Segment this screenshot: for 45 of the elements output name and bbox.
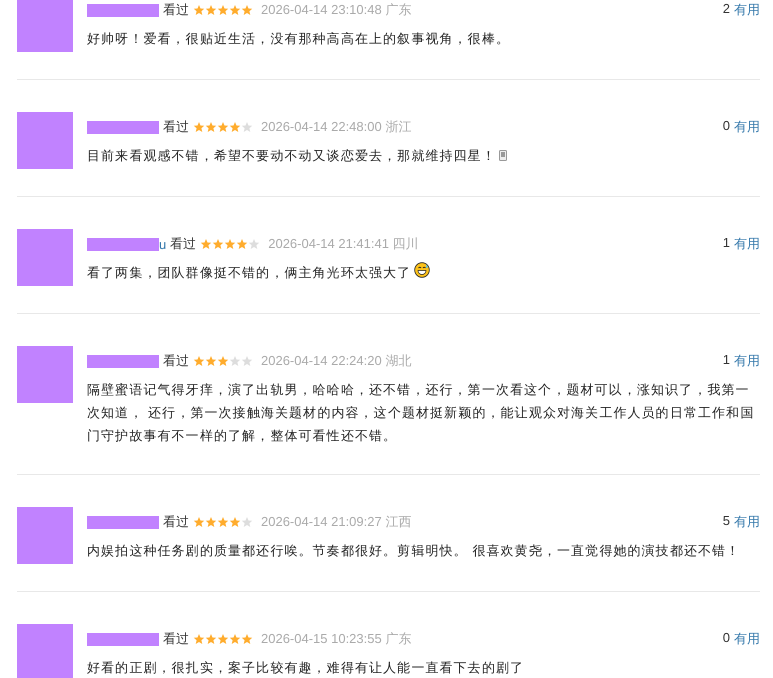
redacted-avatar [17, 507, 73, 564]
redacted-avatar [17, 229, 73, 286]
useful-count: 0 [722, 118, 730, 135]
review-time: 2026-04-14 21:41:41 四川 [268, 235, 419, 253]
review-text: 好看的正剧，很扎实，案子比较有趣，难得有让人能一直看下去的剧了 [87, 660, 524, 675]
review-time: 2026-04-14 22:24:20 湖北 [261, 352, 412, 370]
watch-status: 看过 [163, 513, 189, 531]
watch-status: 看过 [163, 352, 189, 370]
watch-status: 看过 [163, 1, 189, 19]
redacted-avatar [17, 112, 73, 169]
redacted-name [87, 238, 159, 250]
review-time: 2026-04-14 21:09:27 江西 [261, 513, 412, 531]
redacted-avatar [17, 346, 73, 403]
watch-status: 看过 [170, 235, 196, 253]
useful-link[interactable]: 有用 [734, 118, 760, 136]
redacted-name [87, 120, 159, 134]
review-text: 目前来看观感不错，希望不要动不动又谈恋爱去，那就维持四星！ [87, 148, 496, 163]
useful-count: 2 [722, 1, 730, 18]
redacted-avatar [17, 624, 73, 678]
useful-count: 1 [722, 352, 730, 369]
review-text: 看了两集，团队群像挺不错的，俩主角光环太强大了 [87, 265, 412, 280]
review-time: 2026-04-14 23:10:48 广东 [261, 1, 412, 19]
useful-link[interactable]: 有用 [734, 1, 760, 19]
redacted-name [87, 516, 159, 528]
review-time: 2026-04-15 10:23:55 广东 [261, 630, 412, 648]
watch-status: 看过 [163, 118, 189, 136]
redacted-avatar [17, 0, 73, 52]
useful-link[interactable]: 有用 [734, 235, 760, 253]
redacted-name [87, 354, 159, 368]
grinning-sweat-emoji-icon [414, 262, 430, 278]
watch-status: 看过 [163, 630, 189, 648]
useful-link[interactable]: 有用 [734, 513, 760, 531]
useful-link[interactable]: 有用 [734, 352, 760, 370]
useful-count: 1 [722, 235, 730, 252]
phone-icon [498, 150, 507, 162]
useful-count: 0 [722, 630, 730, 647]
review-text: 内娱拍这种任务剧的质量都还行唉。节奏都很好。剪辑明快。 很喜欢黄尧，一直觉得她的演技都还不错！ [87, 543, 740, 558]
useful-link[interactable]: 有用 [734, 630, 760, 648]
redacted-name [87, 632, 159, 646]
review-text: 好帅呀！爱看，很贴近生活，没有那种高高在上的叙事视角，很棒。 [87, 31, 510, 46]
review-text: 隔壁蜜语记气得牙痒，演了出轨男，哈哈哈，还不错，还行，第一次看这个，题材可以，涨知识了，我第一次知道， 还行，第一次接触海关题材的内容，这个题材挺新颖的，能让观众对海关工作人员的日常工作和国门守护故事有不一样的了解，整体可看性还不错。 [87, 382, 754, 443]
review-time: 2026-04-14 22:48:00 浙江 [261, 118, 412, 136]
user-name[interactable]: u [159, 236, 166, 252]
useful-count: 5 [722, 513, 730, 530]
redacted-name [87, 4, 159, 16]
